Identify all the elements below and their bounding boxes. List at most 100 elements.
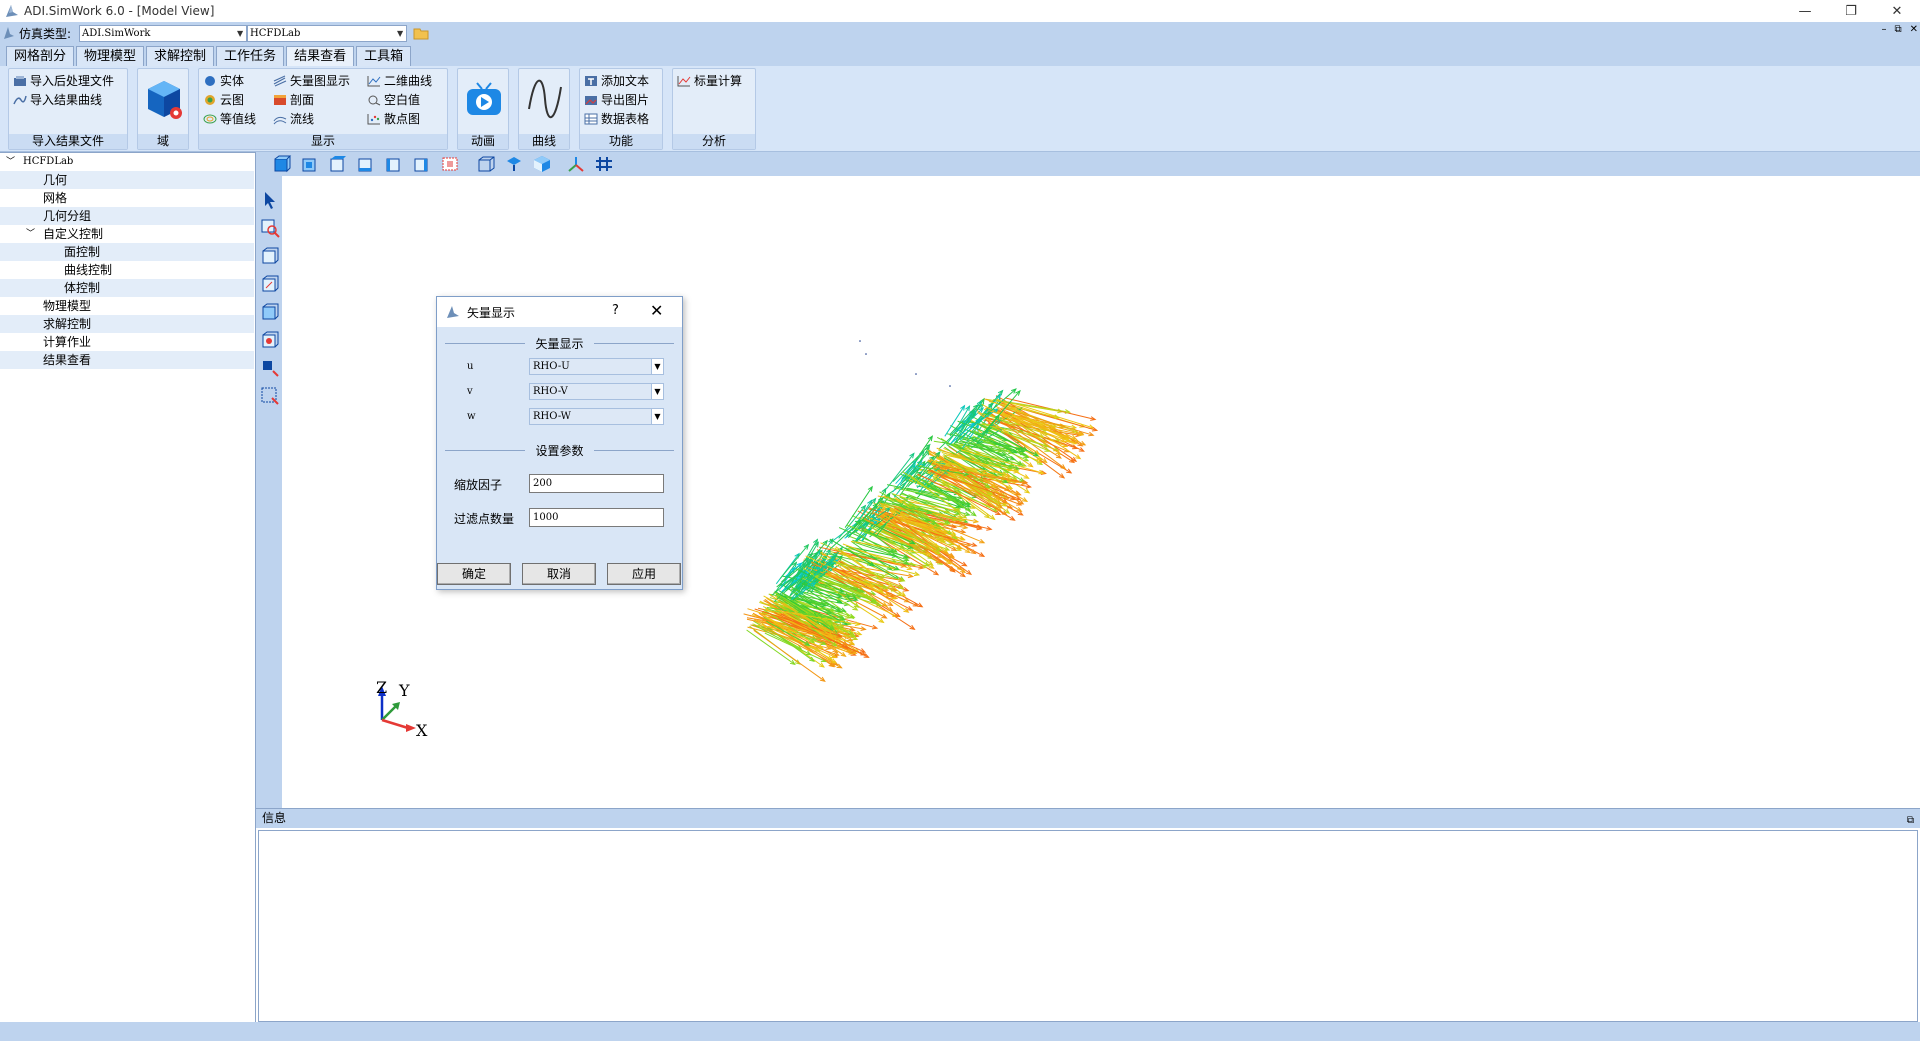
- import-postprocess-file-button[interactable]: 导入后处理文件: [13, 72, 114, 89]
- filter-count-input[interactable]: 1000: [529, 508, 664, 527]
- scatter-plot-button[interactable]: 散点图: [367, 110, 420, 127]
- export-image-button[interactable]: 导出图片: [584, 91, 649, 108]
- streamline-button[interactable]: 流线: [273, 110, 314, 127]
- tab-toolbox[interactable]: 工具箱: [356, 46, 412, 66]
- contour-map-label: 云图: [220, 93, 245, 107]
- blank-value-button[interactable]: 空白值: [367, 91, 420, 108]
- add-text-icon: [585, 75, 597, 86]
- tree-item-geometry[interactable]: 几何: [0, 171, 254, 189]
- close-button[interactable]: ✕: [1874, 0, 1920, 22]
- help-button[interactable]: ?: [612, 303, 619, 318]
- collapse-icon[interactable]: ﹀: [6, 153, 15, 171]
- tree-item-result-view[interactable]: 结果查看: [0, 351, 254, 369]
- scale-factor-input[interactable]: 200: [529, 474, 664, 493]
- tree-item-volume-control[interactable]: 体控制: [0, 279, 254, 297]
- tree-item-curve-control[interactable]: 曲线控制: [0, 261, 254, 279]
- apply-button[interactable]: 应用: [607, 563, 681, 585]
- scalar-calc-button[interactable]: 标量计算: [677, 72, 742, 89]
- cancel-button[interactable]: 取消: [522, 563, 596, 585]
- tree-item-custom-control[interactable]: ﹀ 自定义控制: [0, 225, 254, 243]
- w-component-select[interactable]: RHO-W ▼: [529, 408, 664, 425]
- animation-group-title: 动画: [458, 134, 508, 149]
- 2d-curve-button[interactable]: 二维曲线: [367, 72, 432, 89]
- project-value: HCFDLab: [250, 27, 301, 39]
- display-group: 实体 云图 等值线 矢量图显示 剖面 流线 二维曲线 空白值 散点图 显示: [198, 68, 448, 150]
- w-value: RHO-W: [533, 411, 571, 422]
- dialog-close-button[interactable]: ✕: [650, 301, 663, 320]
- tree-item-label: 结果查看: [43, 353, 92, 367]
- view-top-icon[interactable]: [328, 155, 348, 173]
- add-text-button[interactable]: 添加文本: [584, 72, 649, 89]
- v-component-select[interactable]: RHO-V ▼: [529, 383, 664, 400]
- filter-count-label: 过滤点数量: [454, 512, 515, 526]
- zoom-select-icon[interactable]: [260, 218, 280, 238]
- select-face-icon[interactable]: [260, 246, 280, 266]
- maximize-button[interactable]: ❐: [1828, 0, 1874, 22]
- import-result-curve-button[interactable]: 导入结果曲线: [13, 91, 102, 108]
- sim-type-icon: [4, 27, 14, 39]
- view-toolbar: [256, 152, 1920, 176]
- data-table-button[interactable]: 数据表格: [584, 110, 649, 127]
- tab-solver-control[interactable]: 求解控制: [146, 46, 215, 66]
- info-output-area[interactable]: [258, 830, 1918, 1022]
- dialog-title-bar[interactable]: 矢量显示 ? ✕: [437, 297, 682, 327]
- domain-group[interactable]: 域: [137, 68, 189, 150]
- info-panel-header: 信息 ⧉: [256, 808, 1920, 828]
- display-group-title: 显示: [199, 134, 447, 149]
- mdi-close-button[interactable]: ✕: [1910, 24, 1918, 35]
- data-table-label: 数据表格: [601, 112, 650, 126]
- shaded-cube-icon[interactable]: [532, 155, 552, 173]
- collapse-icon[interactable]: ﹀: [26, 225, 35, 243]
- curve-group[interactable]: 曲线: [518, 68, 570, 150]
- import-results-group: 导入后处理文件 导入结果曲线 导入结果文件: [8, 68, 128, 150]
- params-section-header: 设置参数: [445, 442, 674, 458]
- tree-item-surface-control[interactable]: 面控制: [0, 243, 254, 261]
- sim-type-select[interactable]: ADI.SimWork ▼: [79, 24, 248, 42]
- tree-item-solver-control[interactable]: 求解控制: [0, 315, 254, 333]
- select-edge-icon[interactable]: [260, 274, 280, 294]
- solid-button[interactable]: 实体: [203, 72, 244, 89]
- view-back-icon[interactable]: [300, 155, 320, 173]
- fit-view-icon[interactable]: [440, 155, 460, 173]
- import-file-icon: [14, 75, 26, 86]
- view-right-icon[interactable]: [412, 155, 432, 173]
- ok-button[interactable]: 确定: [437, 563, 511, 585]
- axis-triad-icon[interactable]: [566, 155, 586, 173]
- tab-result-view[interactable]: 结果查看: [286, 46, 355, 66]
- select-volume-icon[interactable]: [260, 302, 280, 322]
- hide-selection-icon[interactable]: [260, 358, 280, 378]
- select-body-icon[interactable]: [260, 330, 280, 350]
- contour-map-button[interactable]: 云图: [203, 91, 244, 108]
- box-select-icon[interactable]: [260, 386, 280, 406]
- axis-y-label: Y: [399, 681, 410, 700]
- tree-item-geometry-group[interactable]: 几何分组: [0, 207, 254, 225]
- tree-root[interactable]: ﹀ HCFDLab: [0, 153, 254, 171]
- isoline-button[interactable]: 等值线: [203, 110, 256, 127]
- streamline-label: 流线: [290, 112, 315, 126]
- select-pointer-icon[interactable]: [260, 190, 280, 210]
- restore-panel-icon[interactable]: ⧉: [1907, 811, 1914, 830]
- section-button[interactable]: 剖面: [273, 91, 314, 108]
- open-folder-icon[interactable]: [413, 26, 431, 40]
- window-title: ADI.SimWork 6.0 - [Model View]: [24, 4, 215, 18]
- tree-item-physics-model[interactable]: 物理模型: [0, 297, 254, 315]
- surface-edge-icon[interactable]: [504, 155, 524, 173]
- tab-work-task[interactable]: 工作任务: [216, 46, 285, 66]
- view-bottom-icon[interactable]: [356, 155, 376, 173]
- mdi-minimize-button[interactable]: –: [1881, 24, 1886, 35]
- minimize-button[interactable]: —: [1782, 0, 1828, 22]
- vector-display-button[interactable]: 矢量图显示: [273, 72, 350, 89]
- u-component-select[interactable]: RHO-U ▼: [529, 358, 664, 375]
- wireframe-icon[interactable]: [476, 155, 496, 173]
- tab-physics-model[interactable]: 物理模型: [76, 46, 145, 66]
- view-front-icon[interactable]: [272, 155, 292, 173]
- tab-mesh[interactable]: 网格剖分: [6, 46, 75, 66]
- animation-group[interactable]: 动画: [457, 68, 509, 150]
- tree-item-mesh[interactable]: 网格: [0, 189, 254, 207]
- tree-item-compute-job[interactable]: 计算作业: [0, 333, 254, 351]
- grid-icon[interactable]: [594, 155, 614, 173]
- mdi-restore-button[interactable]: ⧉: [1894, 24, 1901, 35]
- project-select[interactable]: HCFDLab ▼: [247, 24, 408, 42]
- view-left-icon[interactable]: [384, 155, 404, 173]
- ribbon: 导入后处理文件 导入结果曲线 导入结果文件 域 实体 云图 等值线 矢量图显示 …: [0, 66, 1920, 152]
